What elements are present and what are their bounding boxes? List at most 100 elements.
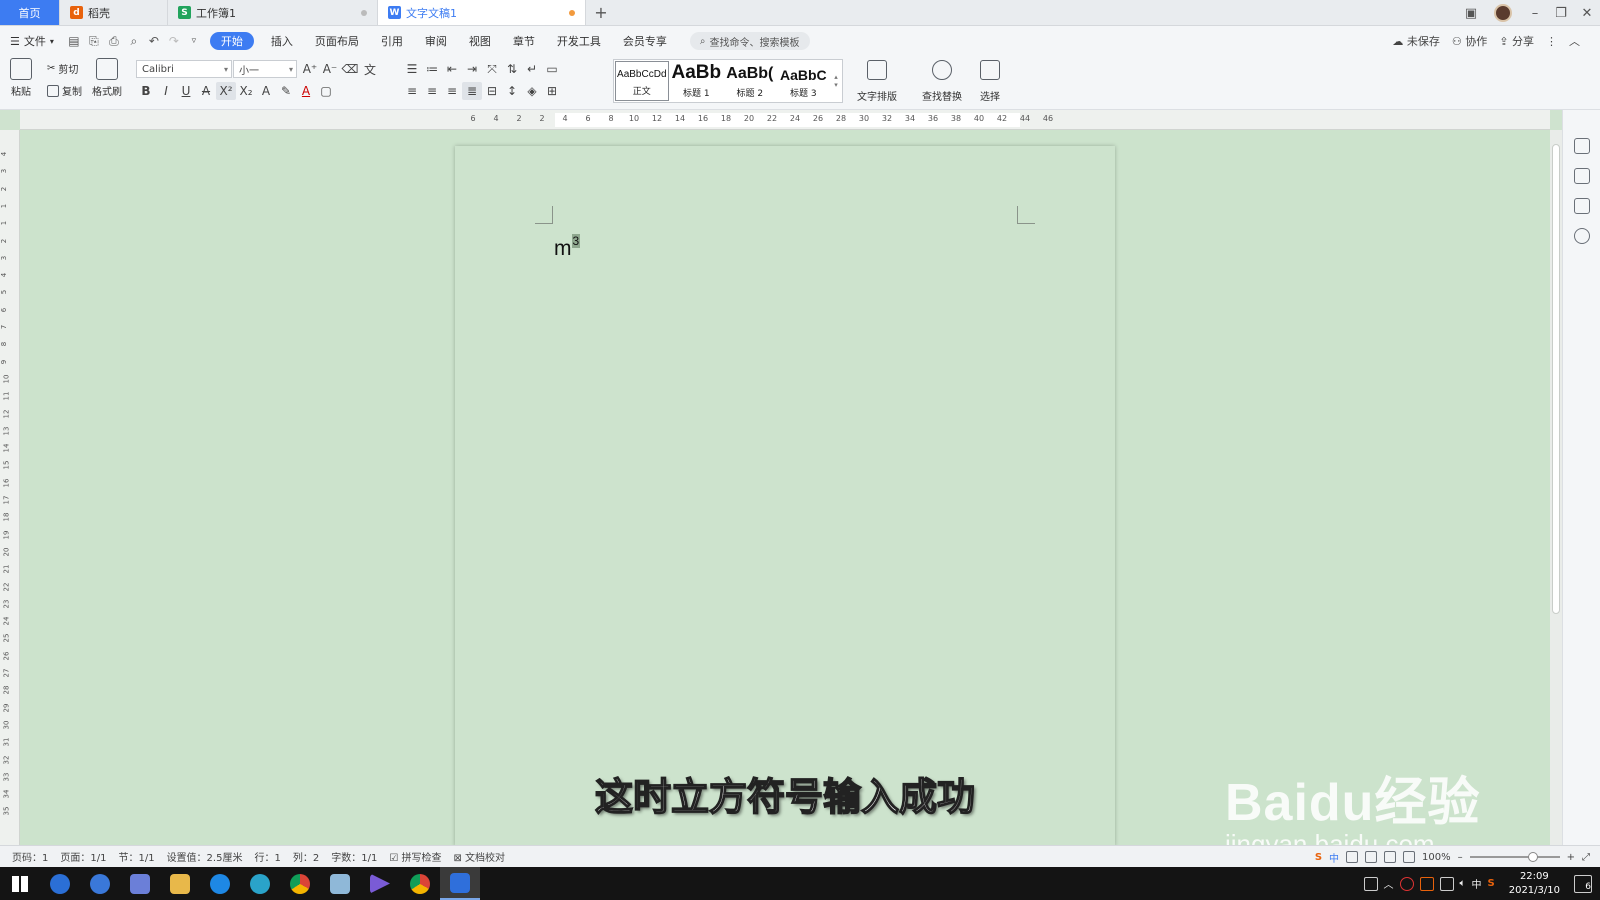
underline-icon[interactable]: U [176,82,196,100]
unsaved-dot[interactable] [569,10,575,16]
tab-daoke[interactable]: d 稻壳 [60,0,168,25]
tray-expand-icon[interactable]: ︿ [1384,876,1394,891]
taskbar-app-player[interactable] [360,867,400,900]
restore-button[interactable]: ❐ [1548,6,1574,21]
preview-icon[interactable]: ⌕ [124,34,144,49]
align-center-icon[interactable]: ≡ [422,82,442,100]
distribute-icon[interactable]: ⊟ [482,82,502,100]
menu-references[interactable]: 引用 [370,32,414,50]
people-icon[interactable] [1363,876,1378,891]
horizontal-ruler[interactable]: 6 4 2 2 4 6 8 10 12 14 16 18 20 22 24 26 28 30 32 34 36 38 40 4… [20,110,1550,130]
clear-format-icon[interactable]: ⌫ [340,60,360,78]
menu-page-layout[interactable]: 页面布局 [304,32,370,50]
document-text[interactable]: m3 [554,234,581,261]
chinese-layout-icon[interactable]: ⤧ [482,60,502,78]
copy-button[interactable]: 复制 [47,83,82,98]
save-icon[interactable]: ▤ [64,34,84,48]
decrease-indent-icon[interactable]: ⇤ [442,60,462,78]
window-list-icon[interactable]: ▣ [1458,6,1484,21]
taskbar-app-chrome-2[interactable] [400,867,440,900]
zoom-in-icon[interactable]: + [1567,852,1575,863]
font-size-select[interactable]: 小一 [233,60,297,78]
show-marks-icon[interactable]: ↵ [522,60,542,78]
taskbar-app-chrome[interactable] [280,867,320,900]
undo-icon[interactable]: ↶ [144,34,164,48]
font-color-icon[interactable]: A [296,82,316,100]
page-view-icon[interactable] [1346,851,1359,863]
fullscreen-icon[interactable]: ⤢ [1582,852,1590,863]
collaborate-button[interactable]: ⚇ 协作 [1452,33,1487,49]
bold-icon[interactable]: B [136,82,156,100]
new-tab-button[interactable]: + [586,0,616,25]
vertical-ruler[interactable]: 4 3 2 1 1 2 3 4 5 6 7 8 9 10 11 12 13 14 15 16 17 18 19 20 21 22 2… [0,130,20,845]
text-effect-icon[interactable]: A [256,82,276,100]
close-button[interactable]: ✕ [1574,6,1600,21]
vertical-scrollbar[interactable] [1550,130,1562,845]
export-icon[interactable]: ⎘ [84,34,104,49]
style-gallery-scroll[interactable]: ▴ ▾ [830,60,842,102]
avatar[interactable] [1494,4,1512,22]
cut-button[interactable]: ✂ 剪切 [47,61,78,76]
superscript-icon[interactable]: X² [216,82,236,100]
format-painter-button[interactable]: 格式刷 [92,58,122,98]
align-left-icon[interactable]: ≡ [402,82,422,100]
italic-icon[interactable]: I [156,82,176,100]
bullet-list-icon[interactable]: ☰ [402,60,422,78]
eye-protect-icon[interactable] [1403,851,1416,863]
menu-member[interactable]: 会员专享 [612,32,678,50]
shrink-font-icon[interactable]: A⁻ [320,60,340,78]
align-right-icon[interactable]: ≡ [442,82,462,100]
volume-icon[interactable]: 🔈︎ [1460,878,1466,889]
scroll-thumb[interactable] [1552,144,1560,614]
grow-font-icon[interactable]: A⁺ [300,60,320,78]
table-tools-icon[interactable]: ▭ [542,60,562,78]
tab-home[interactable]: 首页 [0,0,60,25]
tray-app-icon-2[interactable] [1419,876,1434,891]
increase-indent-icon[interactable]: ⇥ [462,60,482,78]
redo-icon[interactable]: ↷ [164,34,184,48]
pen-icon[interactable] [1574,138,1590,154]
taskbar-app-edge[interactable] [240,867,280,900]
font-name-select[interactable]: Calibri [136,60,232,78]
taskbar-file-explorer[interactable] [160,867,200,900]
notification-center[interactable]: 6 [1574,874,1592,893]
system-clock[interactable]: 22:09 2021/3/10 [1509,870,1560,898]
tray-app-icon[interactable] [1399,876,1414,891]
ime-mode-icon[interactable]: 中 [1329,850,1339,865]
web-view-icon[interactable] [1384,851,1397,863]
char-border-icon[interactable]: ▢ [316,82,336,100]
borders-icon[interactable]: ⊞ [542,82,562,100]
style-normal[interactable]: AaBbCcDd 正文 [615,61,669,101]
taskbar-app-wps-writer[interactable] [440,867,480,900]
text-layout-button[interactable]: 文字排版 [857,60,897,103]
justify-icon[interactable]: ≣ [462,82,482,100]
sogou-ime-icon[interactable]: S [1315,852,1322,863]
style-heading-1[interactable]: AaBb 标题 1 [670,60,724,102]
minimize-button[interactable]: – [1522,6,1548,21]
print-icon[interactable]: ⎙ [104,34,124,49]
input-language[interactable]: 中 [1472,876,1482,891]
network-icon[interactable] [1439,876,1454,891]
sogou-tray-icon[interactable]: S [1488,878,1495,889]
tab-document[interactable]: W 文字文稿1 [378,0,586,25]
menu-view[interactable]: 视图 [458,32,502,50]
menu-developer[interactable]: 开发工具 [546,32,612,50]
unsaved-button[interactable]: ☁ 未保存 [1392,33,1440,49]
cursor-icon[interactable] [1574,168,1590,184]
select-button[interactable]: 选择 [980,60,1000,103]
settings-sliders-icon[interactable] [1574,198,1590,214]
command-search[interactable]: ⌕ 查找命令、搜索模板 [689,32,810,50]
more-icon[interactable]: ⋮ [1546,35,1557,48]
taskbar-app-hex[interactable] [120,867,160,900]
menu-review[interactable]: 审阅 [414,32,458,50]
taskbar-app-q[interactable] [200,867,240,900]
help-icon[interactable] [1574,228,1590,244]
strikethrough-icon[interactable]: A [196,82,216,100]
document-page[interactable]: m3 这时立方符号输入成功 [455,146,1115,846]
highlight-icon[interactable]: ✎ [276,82,296,100]
style-heading-2[interactable]: AaBb( 标题 2 [723,60,777,102]
share-button[interactable]: ⇪ 分享 [1499,33,1534,49]
collapse-ribbon-icon[interactable]: ︿ [1569,33,1580,49]
paste-button[interactable]: 粘贴 [10,58,32,98]
outline-view-icon[interactable] [1365,851,1378,863]
